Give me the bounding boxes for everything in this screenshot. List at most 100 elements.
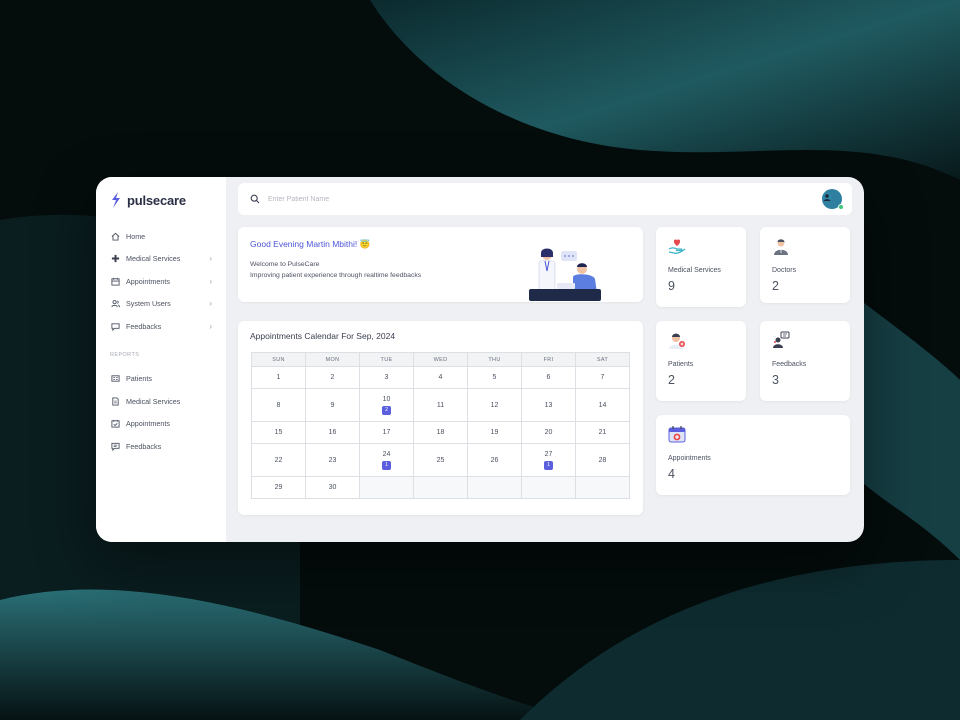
calendar-day-cell[interactable]: 11: [413, 388, 468, 422]
day-number: 4: [438, 374, 443, 381]
nav-label: Patients: [126, 374, 152, 384]
doctor-patient-illustration: [529, 248, 601, 301]
calendar-body: 1 2 3 4 5 6 7 8 9 10 2 11 12 13 14 15 16 17 18 19 20 21 22 23 24…: [251, 366, 630, 499]
app-window: pulsecare Home Medical Services › Appoin…: [96, 177, 864, 542]
brand-logo[interactable]: pulsecare: [110, 191, 226, 209]
calendar-day-cell[interactable]: 28: [575, 443, 630, 477]
calendar-day-cell[interactable]: 6: [521, 366, 576, 389]
day-number: 13: [544, 401, 553, 409]
sidebar: pulsecare Home Medical Services › Appoin…: [96, 177, 226, 542]
calendar-day-cell[interactable]: 12: [467, 388, 522, 422]
plus-icon: [110, 254, 120, 264]
calendar-day-cell[interactable]: 16: [305, 421, 360, 444]
calendar-empty-cell: [467, 476, 522, 499]
stat-card-patients[interactable]: Patients 2: [656, 321, 746, 401]
calendar-day-cell[interactable]: 13: [521, 388, 576, 422]
day-number: 14: [598, 401, 607, 409]
day-number: 30: [328, 484, 337, 491]
report-item-appointments[interactable]: Appointments: [110, 413, 226, 436]
stat-value: 3: [772, 373, 779, 387]
calendar-day-cell[interactable]: 9: [305, 388, 360, 422]
nav-label: Medical Services: [126, 396, 181, 406]
nav-item-system-users[interactable]: System Users ›: [110, 293, 226, 316]
stat-value: 9: [668, 279, 675, 293]
users-icon: [110, 299, 120, 309]
report-item-patients[interactable]: Patients: [110, 368, 226, 391]
stat-value: 2: [772, 279, 779, 293]
nav-item-appointments[interactable]: Appointments ›: [110, 270, 226, 293]
nav-label: Home: [126, 231, 146, 241]
stat-card-medical-services[interactable]: Medical Services 9: [656, 227, 746, 307]
day-number: 27: [544, 450, 553, 458]
stat-label: Medical Services: [668, 267, 721, 274]
calendar-day-cell[interactable]: 5: [467, 366, 522, 389]
day-number: 8: [276, 401, 281, 409]
report-item-feedbacks[interactable]: Feedbacks: [110, 435, 226, 458]
day-number: 28: [598, 456, 607, 464]
calendar-check-icon: [110, 419, 120, 429]
appointment-count-badge[interactable]: 1: [544, 460, 553, 470]
day-number: 25: [436, 456, 445, 464]
calendar-day-cell[interactable]: 7: [575, 366, 630, 389]
appointment-count-badge[interactable]: 2: [382, 405, 391, 415]
calendar-day-cell[interactable]: 1: [251, 366, 306, 389]
reports-section-label: REPORTS: [110, 351, 140, 358]
report-item-medical-services[interactable]: Medical Services: [110, 390, 226, 413]
day-number: 26: [490, 456, 499, 464]
feedback-icon: [773, 331, 790, 348]
day-number: 20: [544, 429, 553, 436]
nav-item-home[interactable]: Home: [110, 225, 226, 248]
day-number: 22: [274, 456, 283, 464]
weekday-header: WED: [413, 352, 468, 367]
calendar-week-row: 1 2 3 4 5 6 7: [251, 366, 630, 389]
nav-item-medical-services[interactable]: Medical Services ›: [110, 248, 226, 271]
message-icon: [110, 441, 120, 451]
stat-card-doctors[interactable]: Doctors 2: [760, 227, 850, 303]
welcome-card: Good Evening Martin Mbithi! 😇 Welcome to…: [238, 227, 643, 302]
weekday-header: THU: [467, 352, 522, 367]
calendar-day-cell[interactable]: 8: [251, 388, 306, 422]
appointments-calendar-card: Appointments Calendar For Sep, 2024 SUN …: [238, 321, 643, 515]
calendar-day-cell[interactable]: 26: [467, 443, 522, 477]
calendar-day-cell[interactable]: 22: [251, 443, 306, 477]
doctor-icon: [774, 239, 788, 255]
stat-card-appointments[interactable]: Appointments 4: [656, 415, 850, 495]
nav-label: Appointments: [126, 419, 170, 429]
calendar-day-cell[interactable]: 24 1: [359, 443, 414, 477]
nav-label: System Users: [126, 299, 171, 309]
calendar-day-cell[interactable]: 23: [305, 443, 360, 477]
calendar-week-row: 22 23 24 1 25 26 27 1 28: [251, 443, 630, 477]
calendar-day-cell[interactable]: 20: [521, 421, 576, 444]
calendar-day-cell[interactable]: 29: [251, 476, 306, 499]
online-status-dot: [838, 204, 844, 210]
calendar-day-cell[interactable]: 21: [575, 421, 630, 444]
search-icon: [250, 194, 260, 204]
calendar-day-cell[interactable]: 15: [251, 421, 306, 444]
weekday-header-row: SUN MON TUE WED THU FRI SAT: [251, 352, 630, 367]
nav-item-feedbacks[interactable]: Feedbacks ›: [110, 315, 226, 338]
calendar-day-cell[interactable]: 3: [359, 366, 414, 389]
calendar-grid: SUN MON TUE WED THU FRI SAT 1 2 3 4 5 6 7 8 9 10 2…: [251, 352, 630, 499]
chevron-right-icon: ›: [209, 321, 212, 331]
stat-card-feedbacks[interactable]: Feedbacks 3: [760, 321, 850, 401]
chevron-right-icon: ›: [209, 299, 212, 309]
calendar-day-cell[interactable]: 19: [467, 421, 522, 444]
calendar-day-cell[interactable]: 10 2: [359, 388, 414, 422]
nav-label: Feedbacks: [126, 441, 162, 451]
day-number: 19: [490, 429, 499, 436]
appointment-count-badge[interactable]: 1: [382, 460, 391, 470]
patient-search-input[interactable]: [268, 195, 568, 203]
calendar-day-cell[interactable]: 27 1: [521, 443, 576, 477]
day-number: 12: [490, 401, 499, 409]
calendar-day-cell[interactable]: 14: [575, 388, 630, 422]
stat-label: Doctors: [772, 267, 797, 274]
nav-label: Medical Services: [126, 254, 181, 264]
weekday-header: SAT: [575, 352, 630, 367]
calendar-day-cell[interactable]: 18: [413, 421, 468, 444]
calendar-day-cell[interactable]: 25: [413, 443, 468, 477]
day-number: 9: [330, 401, 335, 409]
calendar-day-cell[interactable]: 30: [305, 476, 360, 499]
calendar-day-cell[interactable]: 17: [359, 421, 414, 444]
calendar-day-cell[interactable]: 2: [305, 366, 360, 389]
calendar-day-cell[interactable]: 4: [413, 366, 468, 389]
